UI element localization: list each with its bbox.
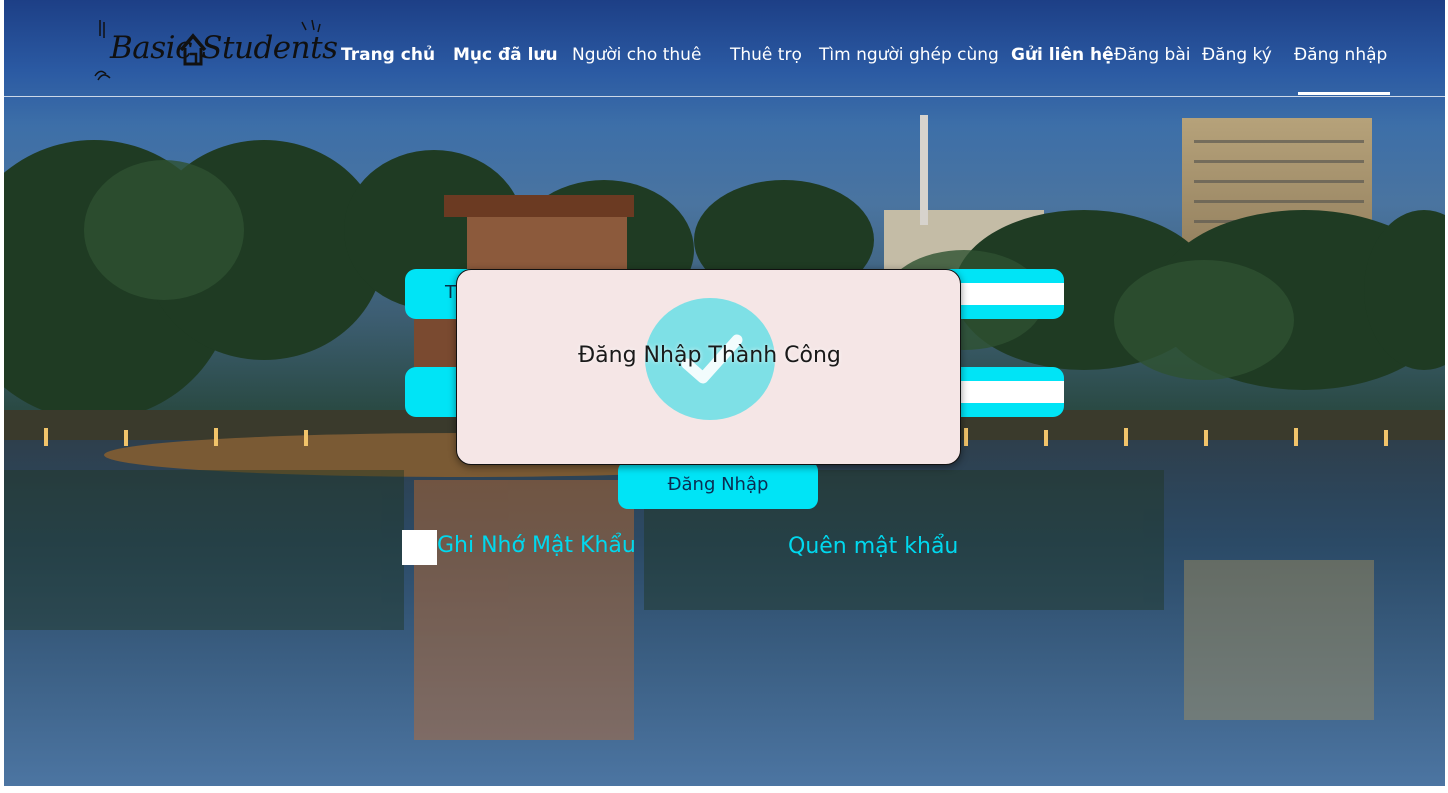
username-input[interactable] bbox=[960, 283, 1064, 305]
nav-item-home[interactable]: Trang chủ bbox=[341, 45, 435, 65]
password-input[interactable] bbox=[960, 381, 1064, 403]
success-message: Đăng Nhập Thành Công bbox=[578, 343, 841, 368]
remember-checkbox[interactable] bbox=[402, 530, 437, 565]
top-navigation: Basic Students Trang chủ Mục đã lưu Ngườ… bbox=[4, 0, 1445, 97]
active-nav-indicator bbox=[1298, 92, 1390, 95]
nav-item-rent[interactable]: Thuê trọ bbox=[730, 45, 802, 65]
nav-divider bbox=[4, 96, 1445, 97]
nav-item-contact[interactable]: Gửi liên hệ bbox=[1011, 45, 1114, 65]
nav-item-saved[interactable]: Mục đã lưu bbox=[453, 45, 558, 65]
forgot-password-link[interactable]: Quên mật khẩu bbox=[788, 534, 958, 559]
nav-item-find-roommate[interactable]: Tìm người ghép cùng bbox=[819, 45, 999, 65]
nav-item-landlords[interactable]: Người cho thuê bbox=[572, 45, 701, 65]
login-button[interactable]: Đăng Nhập bbox=[618, 461, 818, 509]
remember-label: Ghi Nhớ Mật Khẩu bbox=[437, 533, 636, 558]
username-label: T bbox=[445, 282, 456, 303]
nav-item-register[interactable]: Đăng ký bbox=[1202, 45, 1272, 65]
login-page: Basic Students Trang chủ Mục đã lưu Ngườ… bbox=[4, 0, 1445, 786]
house-icon bbox=[179, 33, 207, 66]
success-modal: Đăng Nhập Thành Công bbox=[456, 269, 961, 465]
logo-text: Basic Students bbox=[110, 30, 338, 66]
nav-item-post[interactable]: Đăng bài bbox=[1114, 45, 1191, 65]
brand-logo[interactable]: Basic Students bbox=[92, 16, 338, 86]
nav-item-login[interactable]: Đăng nhập bbox=[1294, 45, 1387, 65]
